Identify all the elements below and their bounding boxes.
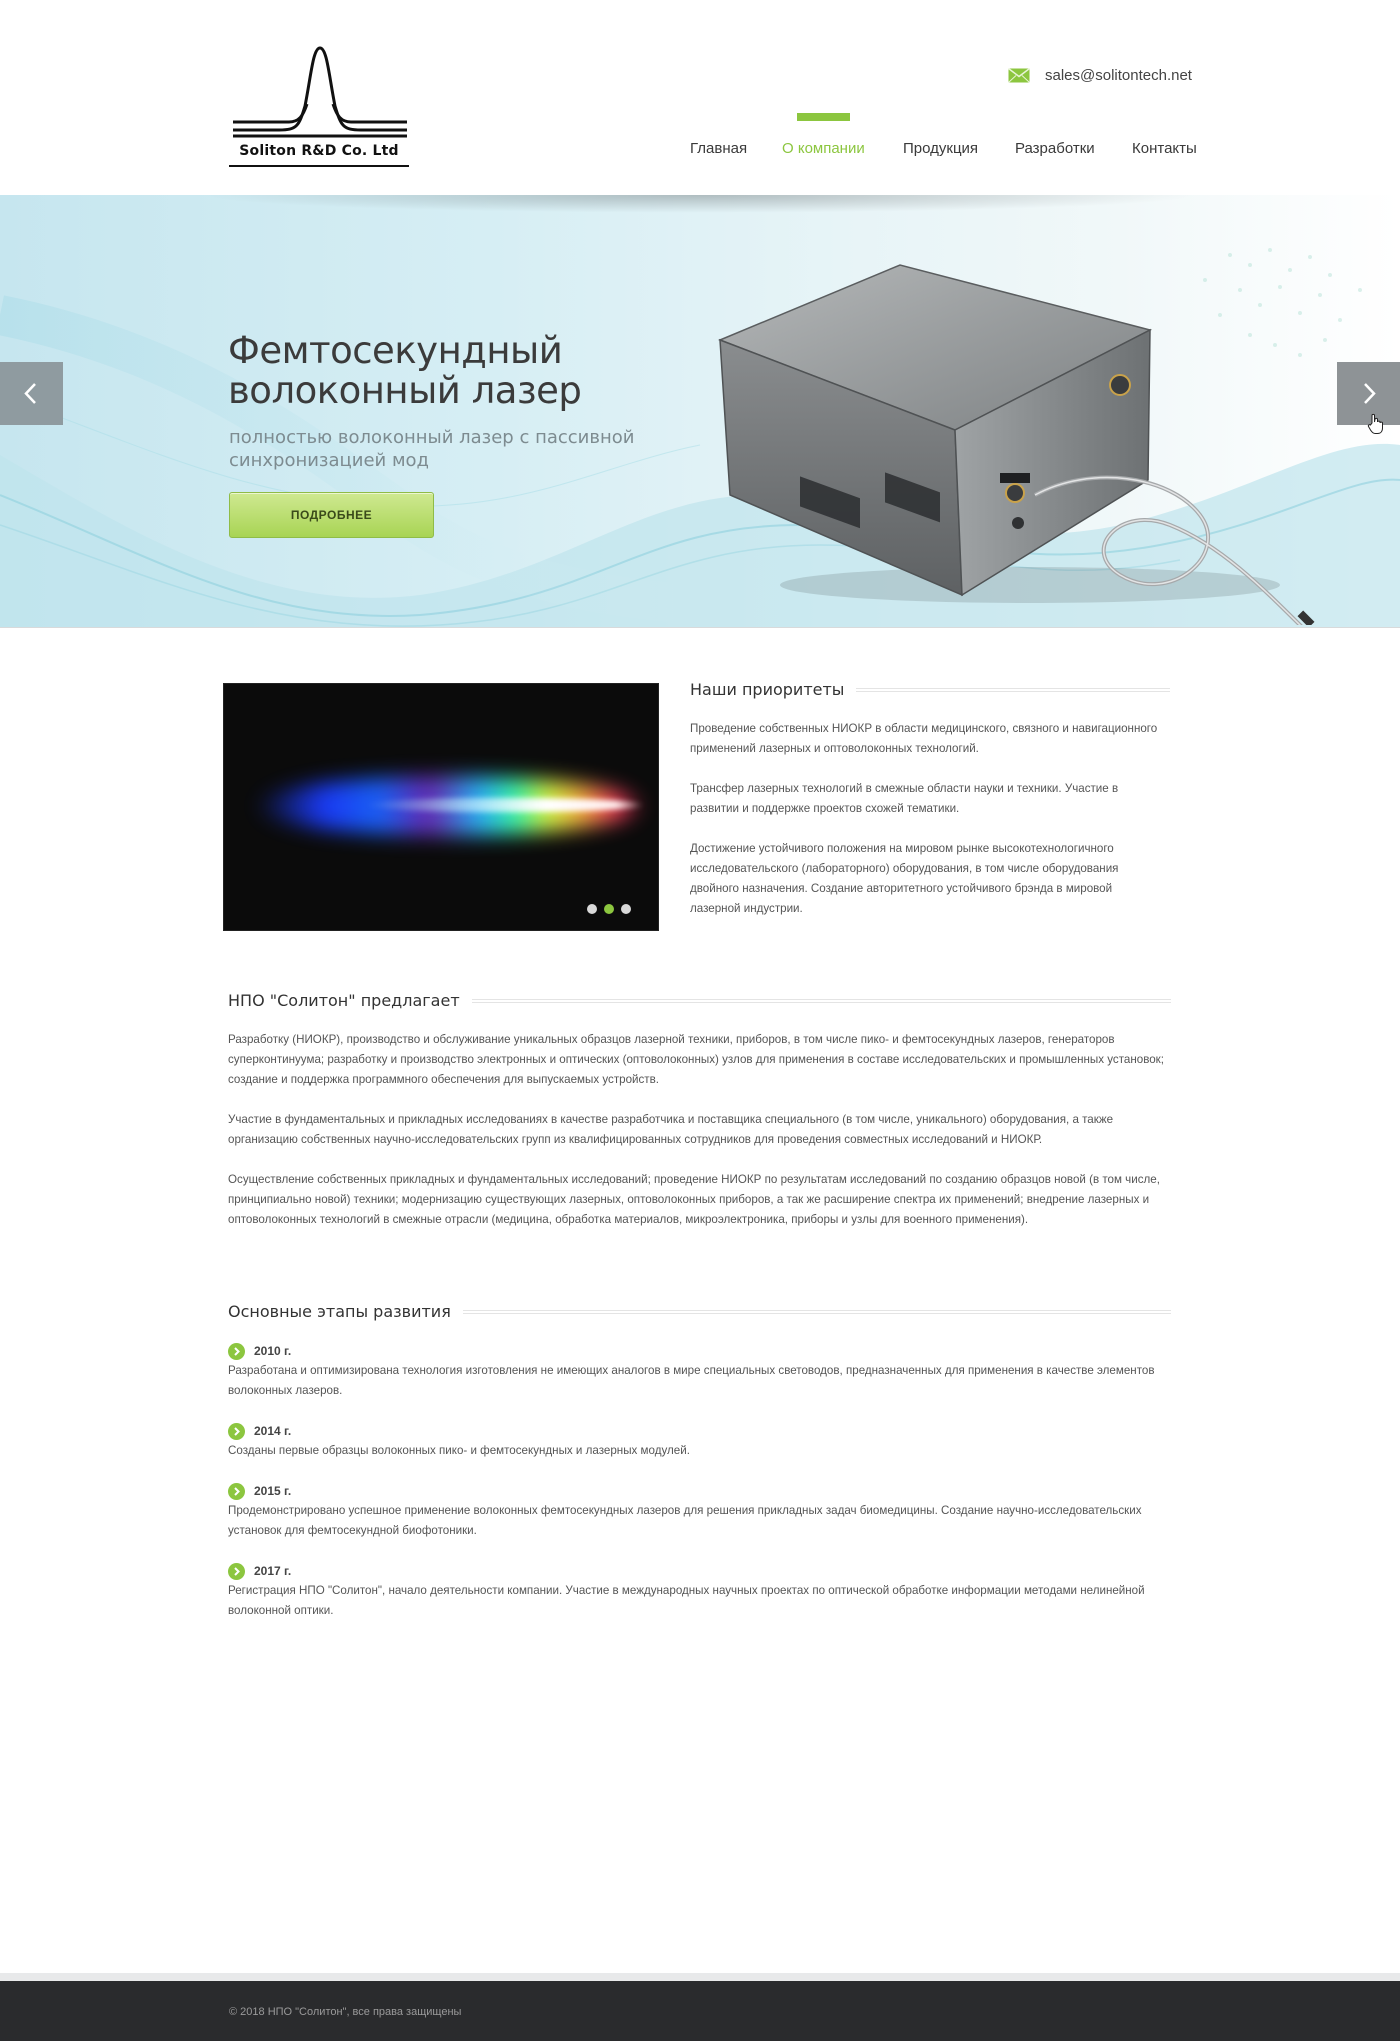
- milestone-item: 2014 г. Созданы первые образцы волоконны…: [228, 1421, 1178, 1461]
- nav-item-about[interactable]: О компании: [782, 140, 865, 157]
- contact-email[interactable]: sales@solitontech.net: [1008, 64, 1192, 86]
- site-header: Soliton R&D Co. Ltd sales@solitontech.ne…: [0, 0, 1400, 195]
- offers-heading: НПО "Солитон" предлагает: [228, 991, 1171, 1010]
- copyright-text: © 2018 НПО "Солитон", все права защищены: [229, 2006, 462, 2018]
- priorities-title: Наши приоритеты: [690, 680, 845, 699]
- milestone-year: 2014 г.: [254, 1424, 292, 1438]
- heading-divider: [462, 1309, 1171, 1314]
- milestone-item: 2017 г. Регистрация НПО "Солитон", начал…: [228, 1561, 1178, 1621]
- chevron-circle-icon: [228, 1562, 245, 1580]
- heading-divider: [856, 687, 1170, 692]
- more-button[interactable]: ПОДРОБНЕЕ: [229, 492, 434, 538]
- gallery-pagination: [587, 904, 638, 914]
- hand-cursor-icon: [1367, 413, 1383, 434]
- priorities-paragraph-2: Трансфер лазерных технологий в смежные о…: [690, 782, 1119, 815]
- email-address[interactable]: sales@solitontech.net: [1045, 67, 1192, 84]
- offers-paragraph-1: Разработку (НИОКР), производство и обслу…: [228, 1033, 1164, 1086]
- milestones-title: Основные этапы развития: [228, 1302, 451, 1321]
- offers-title: НПО "Солитон" предлагает: [228, 991, 460, 1010]
- priorities-paragraph-1: Проведение собственных НИОКР в области м…: [690, 722, 1158, 755]
- milestones-heading: Основные этапы развития: [228, 1302, 1171, 1321]
- slide-title: Фемтосекундный волоконный лазер: [228, 331, 628, 411]
- priorities-heading: Наши приоритеты: [690, 680, 1170, 699]
- milestone-text: Продемонстрировано успешное применение в…: [228, 1504, 1142, 1537]
- chevron-circle-icon: [228, 1482, 245, 1500]
- main-nav: Главная О компании Продукция Разработки …: [0, 140, 1400, 164]
- offers-paragraph-3: Осуществление собственных прикладных и ф…: [228, 1173, 1160, 1226]
- active-nav-marker: [797, 113, 850, 121]
- slider-top-shadow: [200, 195, 1200, 213]
- chevron-left-icon: [24, 383, 36, 404]
- soliton-pulse-logo-icon: [233, 46, 407, 138]
- envelope-icon: [1008, 67, 1030, 83]
- heading-divider: [471, 998, 1171, 1003]
- milestone-item: 2015 г. Продемонстрировано успешное прим…: [228, 1481, 1178, 1541]
- milestone-text: Созданы первые образцы волоконных пико- …: [228, 1444, 690, 1457]
- slide-title-line1: Фемтосекундный: [228, 329, 563, 372]
- milestone-item: 2010 г. Разработана и оптимизирована тех…: [228, 1341, 1178, 1401]
- milestone-text: Регистрация НПО "Солитон", начало деятел…: [228, 1584, 1145, 1617]
- nav-item-developments[interactable]: Разработки: [1015, 140, 1095, 157]
- nav-item-contacts[interactable]: Контакты: [1132, 140, 1197, 157]
- milestone-year: 2017 г.: [254, 1564, 292, 1578]
- milestone-year: 2015 г.: [254, 1484, 292, 1498]
- offers-paragraph-2: Участие в фундаментальных и прикладных и…: [228, 1113, 1114, 1146]
- slide-subtitle: полностью волоконный лазер с пассивной с…: [229, 427, 635, 471]
- slide-title-line2: волоконный лазер: [228, 369, 582, 412]
- site-footer: © 2018 НПО "Солитон", все права защищены: [0, 1981, 1400, 2041]
- hero-slider: Фемтосекундный волоконный лазер полность…: [0, 195, 1400, 628]
- spectrum-beam-core: [364, 798, 644, 812]
- slider-prev-button[interactable]: [0, 362, 63, 425]
- priorities-paragraph-3: Достижение устойчивого положения на миро…: [690, 842, 1119, 915]
- nav-item-products[interactable]: Продукция: [903, 140, 978, 157]
- spectrum-gallery: [223, 683, 659, 931]
- chevron-circle-icon: [228, 1422, 245, 1440]
- gallery-dot-3[interactable]: [621, 904, 631, 914]
- chevron-circle-icon: [228, 1342, 245, 1360]
- gallery-dot-2[interactable]: [604, 904, 614, 914]
- laser-device-image: [717, 264, 1315, 625]
- milestone-text: Разработана и оптимизирована технология …: [228, 1364, 1155, 1397]
- nav-item-home[interactable]: Главная: [690, 140, 747, 157]
- gallery-dot-1[interactable]: [587, 904, 597, 914]
- milestone-year: 2010 г.: [254, 1344, 292, 1358]
- logo-underline: [229, 165, 409, 167]
- footer-divider: [0, 1973, 1400, 1981]
